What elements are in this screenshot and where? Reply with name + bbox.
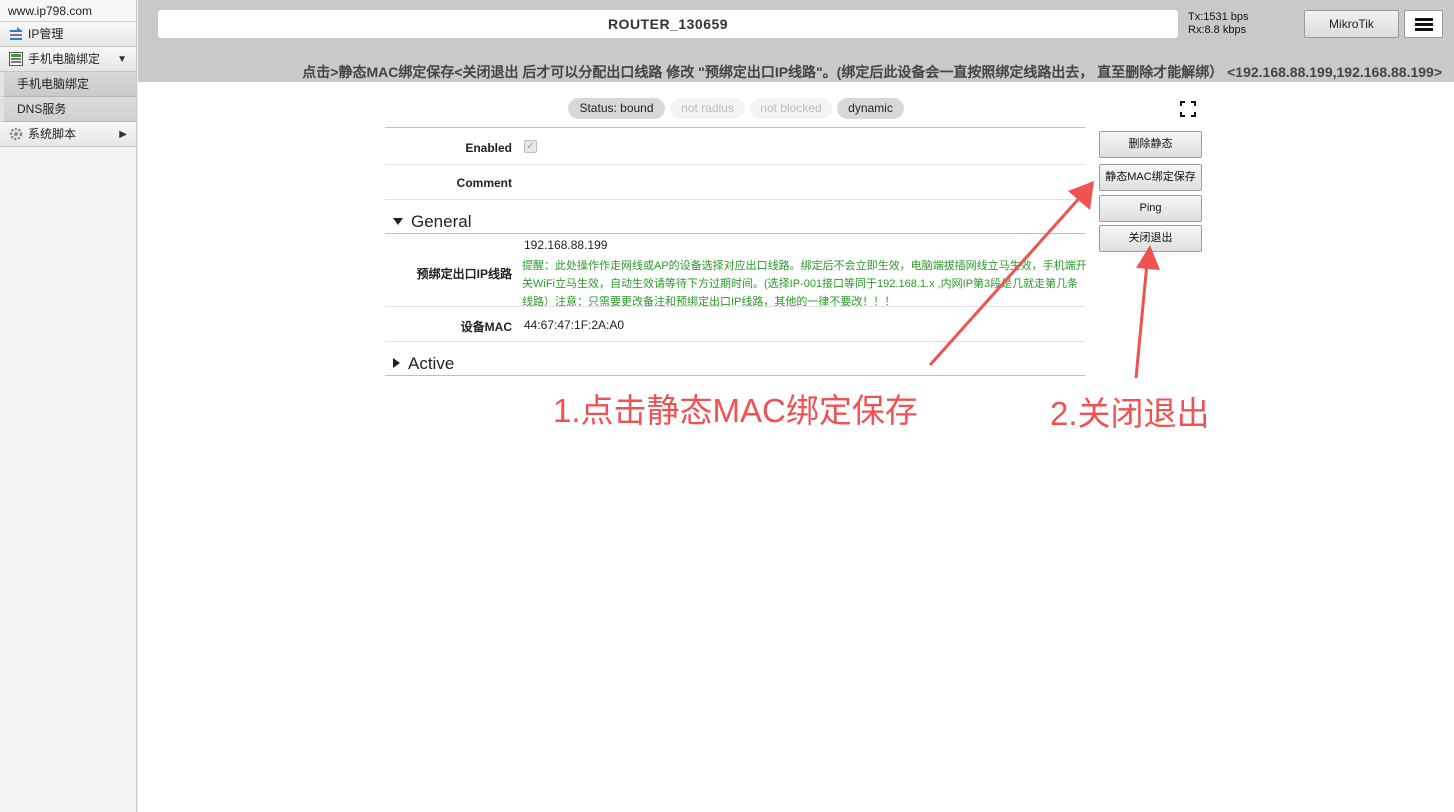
tx-rate: Tx:1531 bps xyxy=(1188,11,1249,23)
annotation-arrows xyxy=(928,181,1160,379)
chevron-right-icon: ▶ xyxy=(119,129,127,140)
sidebar-subitem-device-binding[interactable]: 手机电脑绑定 xyxy=(0,72,136,97)
hamburger-icon[interactable] xyxy=(1404,10,1443,38)
traffic-readout: Tx:1531 bps Rx:8.8 kbps xyxy=(1188,11,1249,37)
sidebar-item-ip-management[interactable]: IP管理 xyxy=(0,22,136,47)
top-bar: ROUTER_130659 Tx:1531 bps Rx:8.8 kbps Mi… xyxy=(138,0,1454,82)
rx-rate: Rx:8.8 kbps xyxy=(1188,24,1247,36)
chevron-down-icon: ▼ xyxy=(117,54,127,65)
sidebar-item-system-scripts[interactable]: 系统脚本 ▶ xyxy=(0,122,136,147)
sidebar-item-label: IP管理 xyxy=(28,27,64,41)
sidebar-item-label: 手机电脑绑定 xyxy=(28,52,101,66)
router-title: ROUTER_130659 xyxy=(158,10,1178,38)
sidebar: www.ip798.com IP管理 手机电脑绑定 ▼ 手机电脑绑定 DNS服务… xyxy=(0,0,137,812)
main-content: Status: bound not radius not blocked dyn… xyxy=(138,82,1454,812)
annotation-step-2: 2.关闭退出 xyxy=(1050,395,1210,432)
binding-icon xyxy=(9,52,23,66)
sidebar-item-device-binding[interactable]: 手机电脑绑定 ▼ xyxy=(0,47,136,72)
brand-link[interactable]: www.ip798.com xyxy=(0,0,136,22)
gear-icon xyxy=(9,127,23,141)
annotation-step-1: 1.点击静态MAC绑定保存 xyxy=(553,392,918,429)
mikrotik-button[interactable]: MikroTik xyxy=(1304,10,1399,38)
sidebar-item-label: 系统脚本 xyxy=(28,127,77,141)
notice-text: 点击>静态MAC绑定保存<关闭退出 后才可以分配出口线路 修改 "预绑定出口IP… xyxy=(302,64,1442,80)
ip-management-icon xyxy=(10,27,22,40)
sidebar-subitem-dns[interactable]: DNS服务 xyxy=(0,97,136,122)
